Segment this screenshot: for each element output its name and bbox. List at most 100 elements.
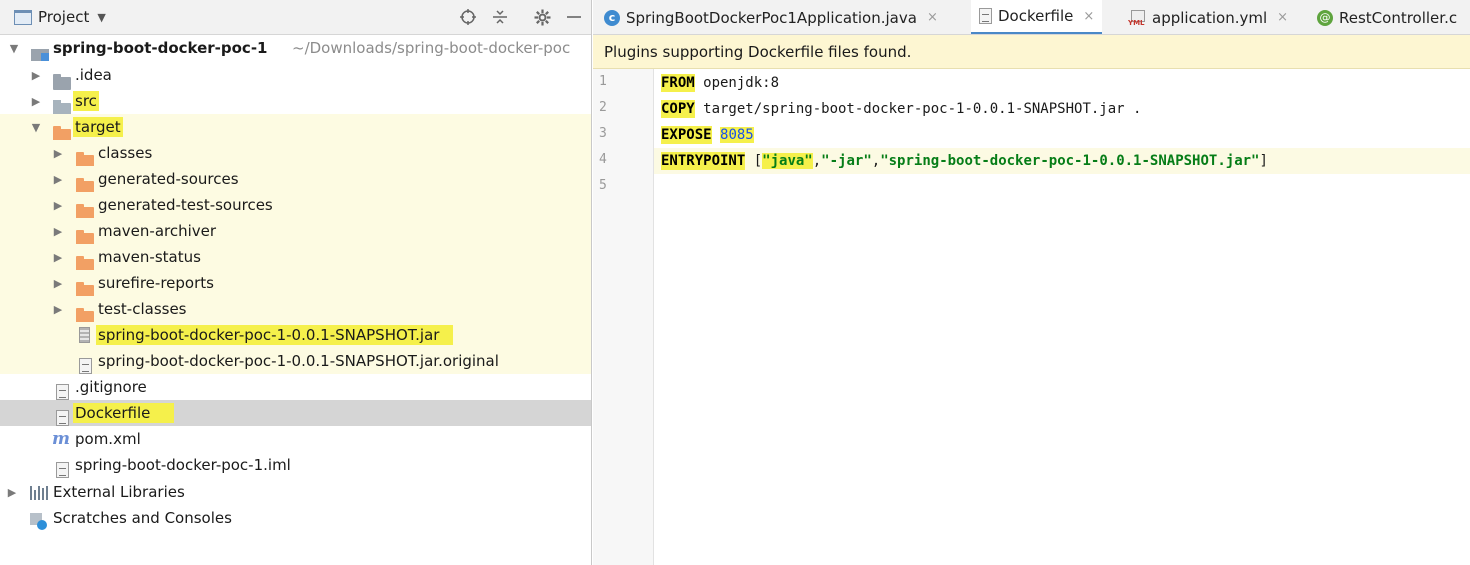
- notification-text: Plugins supporting Dockerfile files foun…: [604, 42, 912, 61]
- tree-item-label: .gitignore: [75, 378, 147, 396]
- code-line-4[interactable]: ENTRYPOINT ["java", "-jar", "spring-boot-d…: [654, 148, 1470, 174]
- tree-item-label: surefire-reports: [98, 274, 214, 292]
- code-editor[interactable]: 1 2 3 4 5 FROM openjdk:8 COPY target/spr…: [593, 69, 1470, 565]
- line-number: 2: [599, 100, 607, 115]
- module-icon: [31, 47, 49, 61]
- maven-icon: m: [52, 429, 70, 449]
- tree-item-label: generated-test-sources: [98, 196, 273, 214]
- tab-restcontroller[interactable]: @ RestController.c: [1309, 0, 1465, 34]
- tab-application-yml[interactable]: application.yml ×: [1120, 0, 1296, 34]
- tree-item-maven-archiver[interactable]: ▶ maven-archiver: [0, 218, 591, 246]
- collapse-arrow-icon[interactable]: ▶: [30, 95, 42, 108]
- tree-item-external-libraries[interactable]: ▶ External Libraries: [0, 479, 591, 505]
- port-number: 8085: [720, 127, 754, 143]
- code-line-3[interactable]: EXPOSE 8085: [654, 122, 1470, 148]
- tree-item-label: target: [73, 117, 123, 137]
- collapse-arrow-icon[interactable]: ▶: [52, 251, 64, 264]
- annotation-icon: @: [1317, 9, 1333, 26]
- code-text: [: [745, 153, 763, 169]
- tree-item-label: spring-boot-docker-poc-1-0.0.1-SNAPSHOT.…: [98, 352, 499, 370]
- minimize-icon[interactable]: [563, 6, 585, 28]
- tree-root[interactable]: ▼ spring-boot-docker-poc-1 ~/Downloads/s…: [0, 35, 591, 61]
- tree-item-dockerfile[interactable]: Dockerfile: [0, 400, 591, 426]
- code-text: ,: [871, 153, 881, 169]
- collapse-arrow-icon[interactable]: ▶: [6, 486, 18, 499]
- tree-item-jar[interactable]: spring-boot-docker-poc-1-0.0.1-SNAPSHOT.…: [0, 322, 591, 348]
- class-icon: c: [604, 9, 620, 26]
- plugin-notification-bar: Plugins supporting Dockerfile files foun…: [593, 35, 1470, 69]
- gear-icon[interactable]: [531, 6, 553, 28]
- line-number: 1: [599, 74, 607, 89]
- tab-label: RestController.c: [1339, 8, 1458, 27]
- crosshair-icon[interactable]: [457, 6, 479, 28]
- tree-item-test-classes[interactable]: ▶ test-classes: [0, 296, 591, 324]
- collapse-arrow-icon[interactable]: ▶: [30, 69, 42, 82]
- line-number: 5: [599, 178, 607, 193]
- tree-item-label: spring-boot-docker-poc-1-0.0.1-SNAPSHOT.…: [96, 325, 454, 345]
- collapse-arrow-icon[interactable]: ▶: [52, 225, 64, 238]
- string-literal: "-jar": [821, 153, 872, 169]
- unknown-file-icon: [79, 358, 92, 374]
- tree-item-surefire-reports[interactable]: ▶ surefire-reports: [0, 270, 591, 298]
- tree-item-idea[interactable]: ▶ .idea: [0, 62, 591, 90]
- tab-springbootdockerpoc1application[interactable]: c SpringBootDockerPoc1Application.java ×: [596, 0, 946, 34]
- collapse-arrow-icon[interactable]: ▶: [52, 147, 64, 160]
- tab-label: application.yml: [1152, 8, 1268, 27]
- close-icon[interactable]: ×: [927, 10, 938, 25]
- root-path: ~/Downloads/spring-boot-docker-poc: [292, 39, 571, 57]
- tree-item-scratches[interactable]: Scratches and Consoles: [0, 505, 591, 531]
- libraries-icon: [30, 484, 48, 500]
- tab-dockerfile[interactable]: Dockerfile ×: [971, 0, 1103, 34]
- expand-arrow-icon[interactable]: ▼: [8, 42, 20, 55]
- tree-item-src[interactable]: ▶ src: [0, 88, 591, 116]
- tree-item-generated-test-sources[interactable]: ▶ generated-test-sources: [0, 192, 591, 220]
- tree-item-gitignore[interactable]: .gitignore: [0, 374, 591, 400]
- tree-item-label: maven-status: [98, 248, 201, 266]
- tree-item-maven-status[interactable]: ▶ maven-status: [0, 244, 591, 272]
- tree-item-label: generated-sources: [98, 170, 239, 188]
- tree-item-label: maven-archiver: [98, 222, 217, 240]
- chevron-down-icon: ▼: [97, 10, 106, 24]
- tree-item-classes[interactable]: ▶ classes: [0, 140, 591, 168]
- string-literal: "spring-boot-docker-poc-1-0.0.1-SNAPSHOT…: [880, 153, 1260, 169]
- editor-tab-bar: c SpringBootDockerPoc1Application.java ×…: [593, 0, 1470, 35]
- tree-item-pom[interactable]: m pom.xml: [0, 426, 591, 452]
- keyword-expose: EXPOSE: [661, 126, 712, 144]
- tree-item-target[interactable]: ▼ target: [0, 114, 591, 142]
- tree-item-label: .idea: [75, 66, 112, 84]
- tree-item-label: test-classes: [98, 300, 187, 318]
- collapse-arrow-icon[interactable]: ▶: [52, 199, 64, 212]
- code-text: ,: [812, 153, 822, 169]
- tree-item-label: External Libraries: [53, 483, 185, 501]
- close-icon[interactable]: ×: [1277, 10, 1288, 25]
- root-label: spring-boot-docker-poc-1: [53, 39, 268, 57]
- panel-title: Project: [38, 8, 90, 26]
- project-view-selector[interactable]: Project ▼: [14, 8, 106, 26]
- tree-item-label: pom.xml: [75, 430, 141, 448]
- code-line-2[interactable]: COPY target/spring-boot-docker-poc-1-0.0…: [654, 96, 1470, 122]
- tree-item-label: spring-boot-docker-poc-1.iml: [75, 456, 291, 474]
- collapse-arrow-icon[interactable]: ▶: [52, 303, 64, 316]
- dockerfile-icon: [979, 8, 992, 24]
- tab-label: SpringBootDockerPoc1Application.java: [626, 8, 917, 27]
- expand-arrow-icon[interactable]: ▼: [30, 121, 42, 134]
- project-icon: [14, 9, 32, 25]
- panel-header: Project ▼: [0, 0, 591, 35]
- code-line-1[interactable]: FROM openjdk:8: [654, 70, 1470, 96]
- collapse-arrow-icon[interactable]: ▶: [52, 173, 64, 186]
- tree-item-generated-sources[interactable]: ▶ generated-sources: [0, 166, 591, 194]
- tree-item-jar-original[interactable]: spring-boot-docker-poc-1-0.0.1-SNAPSHOT.…: [0, 348, 591, 374]
- code-text: ]: [1259, 153, 1268, 169]
- line-number: 3: [599, 126, 607, 141]
- tree-item-iml[interactable]: spring-boot-docker-poc-1.iml: [0, 452, 591, 478]
- module-file-icon: [56, 462, 69, 478]
- close-icon[interactable]: ×: [1083, 9, 1094, 24]
- tab-label: Dockerfile: [998, 7, 1074, 25]
- collapse-arrow-icon[interactable]: ▶: [52, 277, 64, 290]
- code-text: openjdk:8: [694, 75, 780, 91]
- tree-item-label: Dockerfile: [73, 403, 175, 423]
- collapse-icon[interactable]: [489, 6, 511, 28]
- ignore-file-icon: [56, 384, 69, 400]
- string-literal: "java": [762, 153, 813, 169]
- tree-item-label: src: [73, 91, 99, 111]
